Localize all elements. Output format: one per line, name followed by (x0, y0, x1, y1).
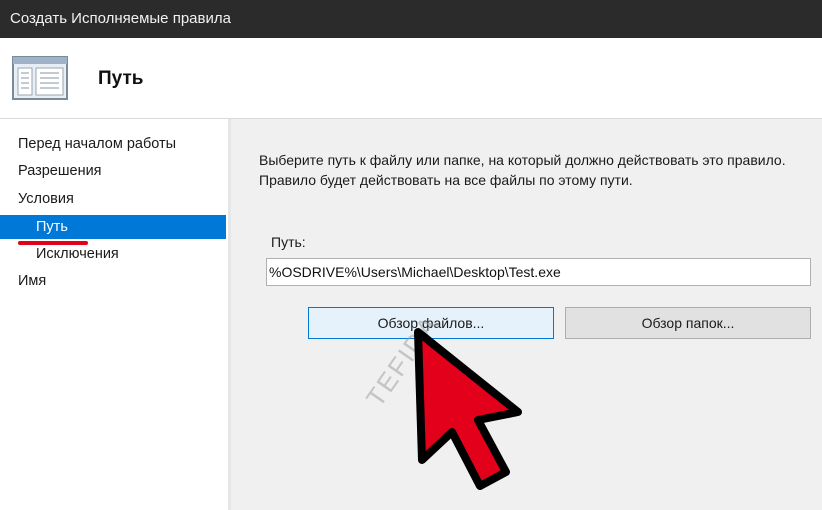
description-line-2: Правило будет действовать на все файлы п… (259, 172, 633, 188)
sidebar-item-conditions[interactable]: Условия (0, 187, 226, 211)
window-list-icon (12, 56, 68, 100)
path-input[interactable] (266, 258, 811, 286)
sidebar-item-label: Имя (18, 273, 47, 289)
sidebar-item-label: Путь (36, 219, 68, 235)
description-text: Выберите путь к файлу или папке, на кото… (259, 150, 822, 190)
sidebar-item-permissions[interactable]: Разрешения (0, 159, 226, 183)
pointer-arrow-icon (414, 328, 522, 490)
page-title: Путь (98, 68, 144, 89)
sidebar-item-label: Исключения (36, 246, 119, 262)
wizard-header: Путь (0, 38, 822, 118)
browse-folders-button[interactable]: Обзор папок... (565, 307, 811, 339)
sidebar-item-label: Перед началом работы (18, 136, 177, 152)
path-label: Путь: (271, 234, 306, 250)
sidebar-item-name[interactable]: Имя (0, 269, 226, 293)
sidebar-item-exceptions[interactable]: Исключения (0, 242, 226, 266)
sidebar-item-before-you-begin[interactable]: Перед началом работы (0, 132, 226, 156)
wizard-steps-sidebar: Перед началом работы Разрешения Условия … (0, 119, 228, 510)
description-line-1: Выберите путь к файлу или папке, на кото… (259, 152, 786, 168)
sidebar-item-label: Разрешения (18, 163, 102, 179)
window-title-bar: Создать Исполняемые правила (0, 0, 822, 38)
sidebar-item-path[interactable]: Путь (0, 215, 226, 239)
window-title: Создать Исполняемые правила (10, 10, 231, 27)
sidebar-item-label: Условия (18, 191, 74, 207)
